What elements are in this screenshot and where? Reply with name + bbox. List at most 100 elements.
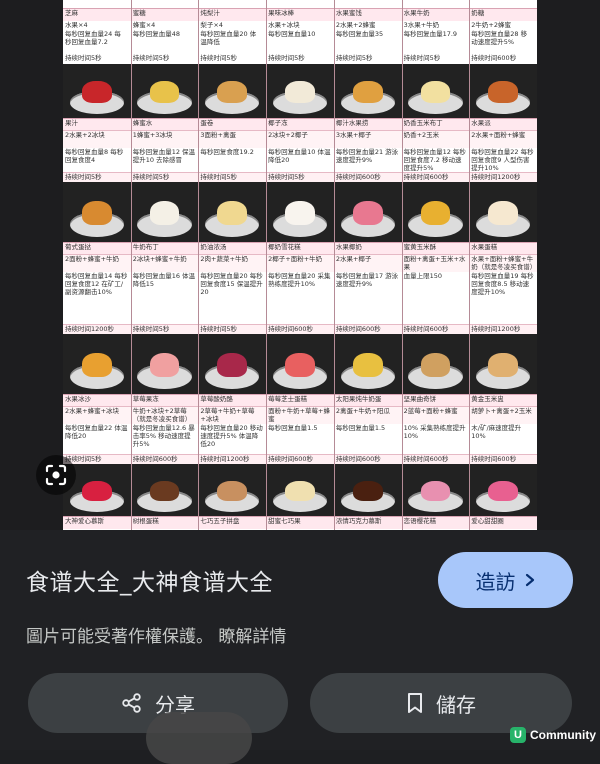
recipe-effect-text: 每秒回复血量12 每秒回复食度7.2 移动速度提升5%: [403, 148, 466, 172]
recipe-duration-text: 持续时间1200秒: [471, 325, 521, 333]
food-shape: [352, 201, 383, 226]
copyright-text: 圖片可能受著作權保護。: [26, 627, 213, 647]
recipe-duration-text: 持续时间600秒: [403, 455, 449, 463]
recipe-ingredients-text: 2水果+面粉+蜂蜜: [471, 131, 526, 139]
recipe-cell: 果味冰棒 水果+冰块 每秒回复血量10 持续时间5秒: [266, 0, 334, 64]
recipe-name-text: 莓莓芝士蛋糕: [268, 395, 308, 403]
recipe-effect-text: 木/矿/麻速度提升10%: [471, 424, 522, 440]
recipe-ingredients: 3面粉+禽蛋: [198, 130, 267, 149]
recipe-name-text: 水果派: [471, 119, 491, 127]
recipe-cell: 牛奶布丁 2冰块+蜂蜜+牛奶 每秒回复血量16 体温降低15 持续时间5秒: [130, 182, 199, 334]
recipe-effect: 每秒回复血量10 体温降低20: [266, 148, 334, 172]
page-title[interactable]: 食谱大全_大神食谱大全: [26, 563, 273, 597]
recipe-name-text: 蜜黄玉米酥: [403, 243, 437, 251]
recipe-duration: 持续时间1200秒: [63, 324, 131, 334]
recipe-cell: 炖梨汁 梨子×4 每秒回复血量20 体温降低 持续时间5秒: [198, 0, 267, 64]
recipe-name-text: 蛋卷: [200, 119, 214, 127]
recipe-effect: 每秒回复食度19.2: [198, 148, 267, 172]
recipe-ingredients: 2水果+面粉+蜂蜜: [469, 130, 537, 149]
recipe-effect-text: 每秒回复血量12.6 暴击率5% 移动速度提升5%: [132, 424, 195, 448]
recipe-cell: 奶香玉米布丁 奶香+2玉米 每秒回复血量12 每秒回复食度7.2 移动速度提升5% 持…: [401, 64, 470, 182]
recipe-name-text: 果味冰棒: [268, 9, 295, 17]
food-photo: [266, 182, 334, 242]
recipe-effect-text: 每秒回复血量14 每秒回复食度12 在矿工/副资源翻击10%: [65, 272, 128, 296]
recipe-ingredients: 梨子×4: [200, 21, 224, 29]
recipe-effect-text: 每秒回复血量20 移动速度提升5% 体温降低20: [200, 424, 263, 448]
recipe-cell: 爱心甜甜圈: [469, 464, 537, 530]
recipe-effect: 每秒回复血量16 体温降低15: [130, 272, 199, 324]
food-shape: [488, 81, 519, 103]
recipe-ingredients: 2水果+椰子: [333, 254, 402, 273]
recipe-cell: 草莓果冻 牛奶+冰块+2草莓（就是冬凌买食谱） 每秒回复血量12.6 暴击率5% 移…: [130, 334, 199, 464]
recipe-cell: 椰子冻 2冰块+2椰子 每秒回复血量10 体温降低20 持续时间5秒: [266, 64, 334, 182]
food-photo: [130, 182, 199, 242]
recipe-effect: 每秒回复血量35: [335, 30, 384, 38]
recipe-duration: 持续时间600秒: [333, 324, 402, 334]
recipe-ingredients: 蜂蜜×4: [132, 21, 156, 29]
food-shape: [352, 81, 383, 103]
food-shape: [488, 480, 519, 502]
food-shape: [420, 480, 451, 502]
image-viewer[interactable]: 芝麻 水果×4 每秒回复血量24 每秒回复血量7.2 持续时间5秒 蜜糖 蜂蜜×4 每秒回复…: [0, 0, 600, 530]
food-shape: [149, 353, 180, 378]
recipe-effect-text: 每秒回复血量1.5: [268, 424, 318, 432]
save-button[interactable]: 儲存: [310, 673, 572, 733]
grid-divider: [401, 0, 403, 530]
food-shape: [285, 201, 315, 226]
recipe-name: 浓情巧克力慕斯: [333, 516, 402, 529]
recipe-ingredients: 水果+冰块: [268, 21, 300, 29]
bookmark-icon: [408, 693, 422, 713]
recipe-name-text: 水果冰沙: [65, 395, 91, 403]
recipe-effect: 每秒回复血量21 游泳速度提升9%: [333, 148, 402, 172]
recipe-name: 爱心甜甜圈: [469, 516, 537, 529]
food-photo: [469, 182, 537, 242]
home-gesture-pill[interactable]: [146, 712, 252, 764]
recipe-name-text: 恋语樱花糕: [403, 517, 437, 525]
recipe-duration-text: 持续时间5秒: [200, 325, 238, 333]
recipe-duration-text: 持续时间5秒: [65, 173, 102, 181]
recipe-cell: 水果椰奶 2水果+椰子 每秒回复血量17 游泳速度提升9% 持续时间600秒: [333, 182, 402, 334]
recipe-ingredients: 面粉+禽蛋+玉米+水果: [401, 254, 470, 273]
recipe-duration: 持续时间5秒: [132, 54, 170, 62]
food-shape: [488, 201, 519, 226]
recipe-name-text: 草莓酸奶酪: [200, 395, 233, 403]
recipe-duration: 持续时间600秒: [471, 54, 517, 62]
recipe-name-text: 浓情巧克力慕斯: [335, 517, 382, 525]
recipe-cell: 树根蛋糕: [130, 464, 199, 530]
recipe-cell: 蜜糖 蜂蜜×4 每秒回复血量48 持续时间5秒: [130, 0, 199, 64]
visit-button[interactable]: 造訪: [438, 552, 573, 608]
recipe-ingredients: 2椰子+面粉+牛奶: [266, 254, 334, 273]
recipe-name: 水果蜜饯: [333, 8, 402, 21]
recipe-ingredients-text: 3面粉+禽蛋: [200, 131, 237, 139]
food-photo: [401, 64, 470, 118]
food-photo: [130, 64, 199, 118]
recipe-ingredients: 2冰块+2椰子: [266, 130, 334, 149]
recipe-duration: 持续时间600秒: [401, 172, 470, 182]
save-label: 儲存: [436, 692, 476, 717]
recipe-name: 水果牛奶: [401, 8, 470, 21]
recipe-ingredients-text: 面粉+牛奶+草莓+蜂蜜: [268, 407, 330, 423]
recipe-cell: 葡式蛋挞 2面粉+蜂蜜+牛奶 每秒回复血量14 每秒回复食度12 在矿工/副资源翻击…: [63, 182, 131, 334]
recipe-effect-text: 每秒回复食度19.2: [200, 148, 254, 156]
food-photo: [63, 64, 131, 118]
recipe-effect: 每秒回复血量19 每秒回复食度8.5 移动速度提升10%: [469, 272, 537, 324]
learn-more-link[interactable]: 瞭解詳情: [218, 627, 286, 647]
share-icon: [122, 693, 141, 713]
recipe-effect: 每秒回复血量8 每秒回复食度4: [63, 148, 131, 172]
copyright-notice: 圖片可能受著作權保護。 瞭解詳情: [26, 622, 286, 647]
recipe-ingredients-text: 1蜂蜜+3冰块: [132, 131, 173, 139]
recipe-effect-text: 每秒回复血量10 体温降低20: [268, 148, 331, 164]
community-watermark: U Community: [510, 727, 596, 743]
recipe-cell: 果汁 2水果+2冰块 每秒回复血量8 每秒回复食度4 持续时间5秒: [63, 64, 131, 182]
recipe-duration: 持续时间5秒: [403, 54, 441, 62]
recipe-name-text: 树根蛋糕: [132, 517, 159, 525]
recipe-duration-text: 持续时间600秒: [403, 325, 449, 333]
recipe-name-text: 椰汁水果捞: [335, 119, 369, 127]
recipe-name: 树根蛋糕: [130, 516, 199, 529]
recipe-ingredients: 3水果+牛奶: [403, 21, 440, 29]
recipe-duration: 持续时间5秒: [130, 324, 199, 334]
recipe-duration: 持续时间600秒: [401, 454, 470, 464]
food-photo: [63, 334, 131, 394]
lens-search-button[interactable]: [36, 455, 76, 495]
recipe-ingredients-text: 2禽蛋+牛奶+阳瓜: [335, 407, 390, 415]
